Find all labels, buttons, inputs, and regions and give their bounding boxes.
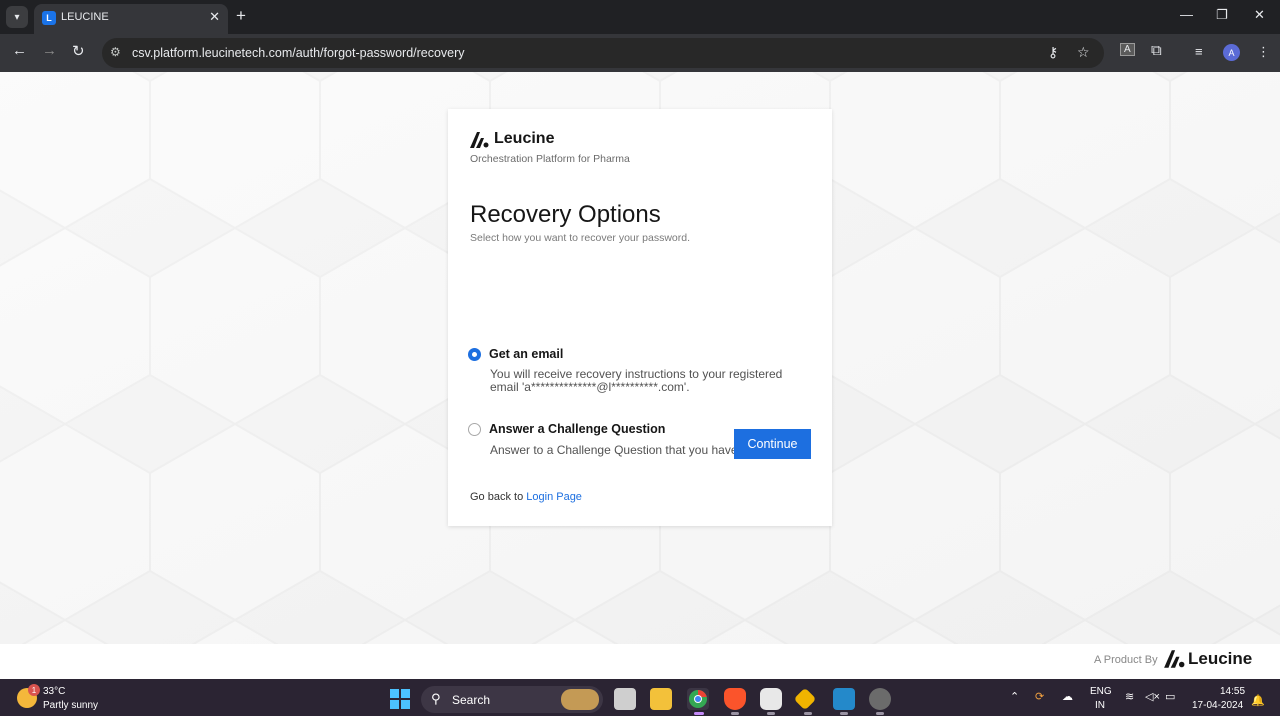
- close-tab-icon[interactable]: ✕: [209, 9, 220, 25]
- taskbar-search[interactable]: ⚲ Search: [421, 686, 603, 713]
- search-highlight-icon: [561, 689, 599, 710]
- challenge-question-option-label[interactable]: Answer a Challenge Question: [489, 422, 665, 436]
- password-key-icon[interactable]: ⚷: [1048, 44, 1058, 61]
- chrome-taskbar-button[interactable]: [687, 688, 709, 710]
- leucine-logo-icon: [470, 132, 489, 148]
- email-option-description: You will receive recovery instructions t…: [490, 367, 783, 394]
- product-by-text: A Product By: [1094, 654, 1158, 666]
- weather-badge: 1: [28, 684, 40, 696]
- task-view-icon[interactable]: [614, 688, 636, 710]
- chrome-icon: [689, 689, 707, 708]
- forward-icon[interactable]: →: [42, 42, 57, 59]
- url-text[interactable]: csv.platform.leucinetech.com/auth/forgot…: [132, 46, 465, 60]
- clock-time[interactable]: 14:55: [1220, 686, 1245, 697]
- brave-icon[interactable]: [724, 688, 746, 710]
- brave-indicator: [731, 712, 739, 715]
- battery-icon[interactable]: ▭: [1165, 690, 1175, 703]
- language-indicator[interactable]: ENG: [1090, 686, 1112, 697]
- chrome-active-indicator: [694, 712, 704, 715]
- vscode-indicator: [840, 712, 848, 715]
- star-icon[interactable]: ☆: [1077, 44, 1090, 61]
- browser-tab-bar: ▾ L LEUCINE ✕ + — ❐ ✕: [0, 0, 1280, 34]
- browser-tab[interactable]: L LEUCINE ✕: [34, 4, 228, 34]
- chevron-up-icon[interactable]: ⌃: [1010, 690, 1019, 703]
- login-page-link[interactable]: Login Page: [526, 491, 582, 503]
- search-icon: ⚲: [431, 691, 441, 706]
- continue-button[interactable]: Continue: [734, 429, 811, 459]
- footer-brand-name: Leucine: [1188, 649, 1253, 668]
- recovery-card: Leucine Orchestration Platform for Pharm…: [448, 109, 832, 526]
- brand-name: Leucine: [494, 130, 555, 147]
- notification-bell-icon[interactable]: 🔔: [1251, 694, 1265, 707]
- taskbar-search-placeholder: Search: [452, 693, 491, 707]
- sync-icon[interactable]: ⟳: [1035, 690, 1044, 703]
- translate-icon[interactable]: A: [1120, 43, 1135, 56]
- footer-strip: [0, 644, 1280, 679]
- vscode-icon[interactable]: [833, 688, 855, 710]
- browser-toolbar: ← → ↻ ⚙ csv.platform.leucinetech.com/aut…: [0, 34, 1280, 72]
- tab-title: LEUCINE: [61, 11, 109, 23]
- go-back-label: Go back to: [470, 491, 524, 503]
- restore-icon[interactable]: ❐: [1216, 7, 1228, 23]
- leucine-favicon-icon: L: [42, 11, 56, 25]
- email-option-label[interactable]: Get an email: [489, 347, 563, 361]
- challenge-question-option-radio[interactable]: [468, 423, 481, 436]
- go-back-text: Go back to Login Page: [470, 491, 582, 503]
- settings-icon[interactable]: [869, 688, 891, 710]
- profile-avatar[interactable]: A: [1223, 44, 1240, 61]
- more-icon[interactable]: ⋮: [1257, 44, 1270, 60]
- reload-icon[interactable]: ↻: [72, 42, 85, 60]
- site-info-icon[interactable]: ⚙: [110, 45, 121, 59]
- footer-leucine-logo-icon: [1164, 650, 1185, 668]
- speaker-muted-icon[interactable]: ◁×: [1145, 690, 1160, 703]
- tagline: Orchestration Platform for Pharma: [470, 153, 630, 165]
- minimize-icon[interactable]: —: [1180, 7, 1193, 22]
- address-bar[interactable]: ⚙ csv.platform.leucinetech.com/auth/forg…: [102, 38, 1104, 68]
- extensions-icon[interactable]: ⧉: [1151, 42, 1162, 59]
- git-indicator: [804, 712, 812, 715]
- web-page: Leucine Orchestration Platform for Pharm…: [0, 72, 1280, 679]
- weather-temperature[interactable]: 33°C: [43, 686, 65, 697]
- new-tab-icon[interactable]: +: [236, 6, 246, 26]
- back-icon[interactable]: ←: [12, 42, 27, 59]
- slack-indicator: [767, 712, 775, 715]
- wifi-icon[interactable]: ≋: [1125, 690, 1134, 703]
- settings-indicator: [876, 712, 884, 715]
- windows-taskbar: [0, 679, 1280, 716]
- slack-icon[interactable]: [760, 688, 782, 710]
- cloud-icon[interactable]: ☁: [1062, 690, 1073, 703]
- clock-date[interactable]: 17-04-2024: [1192, 700, 1243, 711]
- email-option-radio[interactable]: [468, 348, 481, 361]
- weather-condition[interactable]: Partly sunny: [43, 700, 98, 711]
- language-region[interactable]: IN: [1095, 700, 1105, 711]
- tab-search-icon[interactable]: ▾: [6, 6, 28, 28]
- media-icon[interactable]: ≡: [1195, 44, 1203, 59]
- windows-start-icon[interactable]: [390, 689, 410, 709]
- page-subtitle: Select how you want to recover your pass…: [470, 232, 691, 244]
- file-explorer-icon[interactable]: [650, 688, 672, 710]
- page-title: Recovery Options: [470, 201, 661, 228]
- close-window-icon[interactable]: ✕: [1254, 7, 1265, 23]
